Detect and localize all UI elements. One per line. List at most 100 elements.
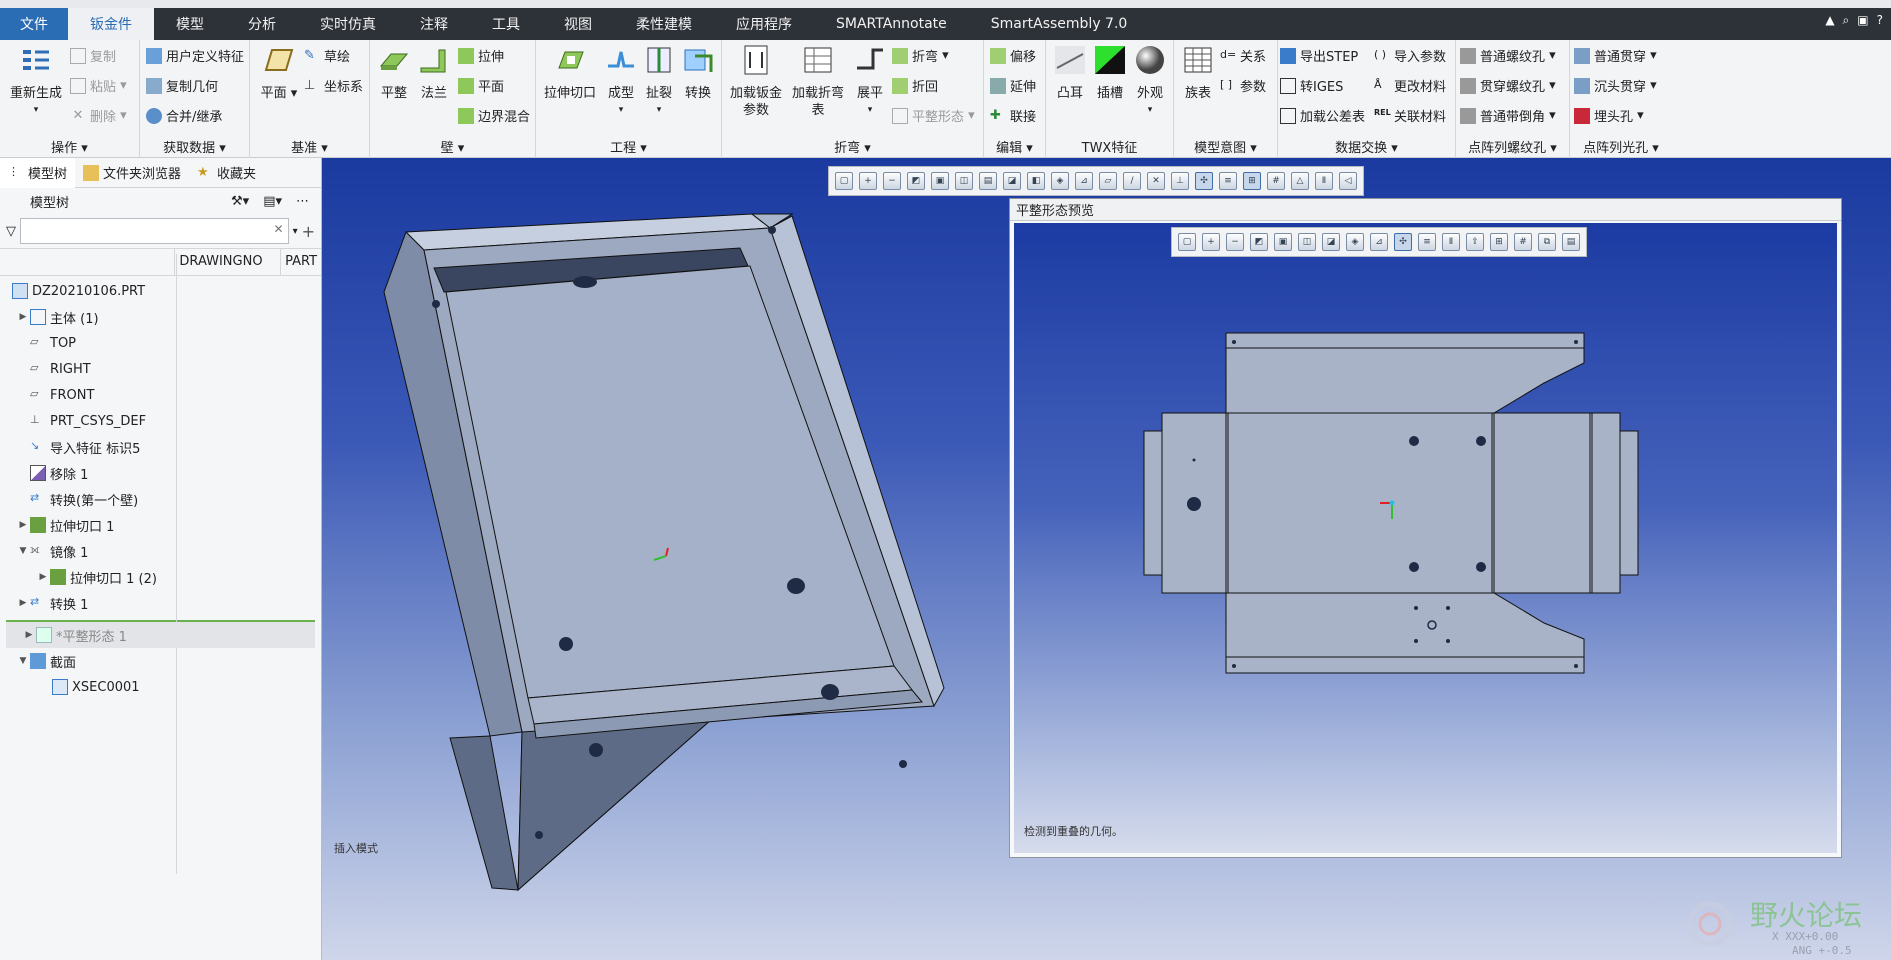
column-part[interactable]: PART [281,249,321,275]
normal-thread-hole-button[interactable]: 普通螺纹孔 ▾ [1460,46,1556,65]
flat-pattern-button[interactable]: 平整形态 ▾ [892,106,975,125]
load-bend-table-button[interactable]: 加载折弯 表 [788,44,848,119]
tab-applications[interactable]: 应用程序 [714,8,814,40]
import-params-button[interactable]: ( ) 导入参数 [1374,46,1446,66]
tab-sheetmetal[interactable]: 钣金件 [68,8,154,40]
export-step-button[interactable]: 导出STEP [1280,46,1358,65]
tree-settings-icon[interactable]: ⚒▾ [231,194,249,209]
tree-item-mirror[interactable]: ▼ ⟗ 镜像 1 [0,538,321,564]
related-material-button[interactable]: REL 关联材料 [1374,106,1446,126]
tab-folder-browser[interactable]: 文件夹浏览器 [75,158,189,188]
tab-tools[interactable]: 工具 [470,8,542,40]
group-label-operations[interactable]: 操作 ▾ [0,137,139,156]
tree-item-right[interactable]: ▱ RIGHT [0,356,321,382]
tab-favorites[interactable]: ★ 收藏夹 [189,158,264,188]
tree-item-root[interactable]: DZ20210106.PRT [0,278,321,304]
unbend-button[interactable]: 展平 ▾ [850,44,890,119]
to-iges-button[interactable]: 转IGES [1280,76,1343,95]
chamfer-thread-hole-button[interactable]: 普通带倒角 ▾ [1460,106,1556,125]
group-label-pattern-plain[interactable]: 点阵列光孔 ▾ [1570,137,1672,156]
group-label-get-data[interactable]: 获取数据 ▾ [140,137,249,156]
slot-button[interactable]: 插槽 [1090,44,1130,102]
column-drawingno[interactable]: DRAWINGNO [175,249,282,275]
boss-button[interactable]: 凸耳 [1050,44,1090,102]
group-label-data-exchange[interactable]: 数据交换 ▾ [1278,137,1455,156]
help-icon[interactable]: ? [1877,13,1883,27]
collapse-icon[interactable]: ▼ [16,656,30,666]
flange-wall-button[interactable]: 法兰 [414,44,454,102]
expand-icon[interactable]: ▶ [22,630,36,640]
tree-show-icon[interactable]: ▤▾ [263,194,282,209]
tree-item-xsec[interactable]: XSEC0001 [0,674,321,700]
tree-item-extrude-cut-2[interactable]: ▶ 拉伸切口 1 (2) [0,564,321,590]
tree-item-remove[interactable]: 移除 1 [0,460,321,486]
collapse-icon[interactable]: ▼ [16,546,30,556]
bend-button[interactable]: 折弯 ▾ [892,46,949,65]
flat-pattern-preview-window[interactable]: 平整形态预览 ▢ + − ◩ ▣ ◫ ◪ ◈ ⊿ ✣ ≡ Ⅱ ⇪ ⊞ # ⧉ ▤ [1009,198,1842,858]
flat-wall-button[interactable]: 平整 [374,44,414,102]
filter-icon[interactable]: ▽ [6,224,16,239]
udf-button[interactable]: 用户定义特征 [146,46,244,65]
tree-search-input[interactable]: ✕ [20,218,289,244]
appearance-button[interactable]: 外观 ▾ [1130,44,1170,119]
tab-smartannotate[interactable]: SMARTAnnotate [814,8,969,40]
expand-icon[interactable]: ▶ [16,598,30,608]
boundary-blend-button[interactable]: 边界混合 [458,106,530,125]
add-column-icon[interactable]: + [302,222,315,241]
tab-analysis[interactable]: 分析 [226,8,298,40]
sketch-button[interactable]: ✎ 草绘 [304,46,350,66]
form-button[interactable]: 成型 ▾ [602,44,640,119]
delete-button[interactable]: ✕ 删除 ▾ [70,106,127,126]
tree-item-flat-pattern[interactable]: ▶ *平整形态 1 [6,622,315,648]
regenerate-button[interactable]: 重新生成 ▾ [8,44,64,119]
tab-live-simulation[interactable]: 实时仿真 [298,8,398,40]
collapse-ribbon-icon[interactable]: ▲ [1825,13,1834,27]
extend-button[interactable]: 延伸 [990,76,1036,95]
change-material-button[interactable]: Å 更改材料 [1374,76,1446,96]
group-label-wall[interactable]: 壁 ▾ [370,137,535,156]
join-button[interactable]: ✚ 联接 [990,106,1036,126]
tree-item-csys[interactable]: ⊥ PRT_CSYS_DEF [0,408,321,434]
preview-graphics-area[interactable]: ▢ + − ◩ ▣ ◫ ◪ ◈ ⊿ ✣ ≡ Ⅱ ⇪ ⊞ # ⧉ ▤ 检测到重叠的… [1014,223,1837,853]
datum-plane-button[interactable]: 平面 ▾ [256,44,302,102]
tab-smartassembly[interactable]: SmartAssembly 7.0 [969,8,1150,40]
group-label-pattern-threaded[interactable]: 点阵列螺纹孔 ▾ [1456,137,1569,156]
layout-icon[interactable]: ▣ [1857,13,1868,27]
clear-icon[interactable]: ✕ [274,222,284,236]
tree-item-import-feature[interactable]: ↘ 导入特征 标识5 [0,434,321,460]
load-sheetmetal-params-button[interactable]: 加载钣金 参数 [728,44,784,119]
group-label-model-intent[interactable]: 模型意图 ▾ [1174,137,1277,156]
tree-item-extrude-cut[interactable]: ▶ 拉伸切口 1 [0,512,321,538]
through-thread-hole-button[interactable]: 贯穿螺纹孔 ▾ [1460,76,1556,95]
tab-view[interactable]: 视图 [542,8,614,40]
extrude-wall-button[interactable]: 拉伸 [458,46,504,65]
tree-item-convert-first-wall[interactable]: ⇄ 转换(第一个壁) [0,486,321,512]
expand-icon[interactable]: ▶ [36,572,50,582]
convert-button[interactable]: 转换 [678,44,718,102]
group-label-edit[interactable]: 编辑 ▾ [984,137,1045,156]
tab-model[interactable]: 模型 [154,8,226,40]
extrude-cut-button[interactable]: 拉伸切口 [540,44,600,102]
offset-button[interactable]: 偏移 [990,46,1036,65]
merge-inherit-button[interactable]: 合并/继承 [146,106,222,125]
tab-model-tree[interactable]: ⋮ 模型树 [0,157,76,188]
relations-button[interactable]: d= 关系 [1220,46,1266,66]
normal-through-button[interactable]: 普通贯穿 ▾ [1574,46,1657,65]
parameters-button[interactable]: [ ] 参数 [1220,76,1266,96]
paste-button[interactable]: 粘贴 ▾ [70,76,127,95]
planar-wall-button[interactable]: 平面 [458,76,504,95]
group-label-bend[interactable]: 折弯 ▾ [722,137,983,156]
tree-item-sections[interactable]: ▼ 截面 [0,648,321,674]
tree-item-front[interactable]: ▱ FRONT [0,382,321,408]
dropdown-icon[interactable]: ▾ [293,226,298,237]
tree-item-convert-1[interactable]: ▶ ⇄ 转换 1 [0,590,321,616]
family-table-button[interactable]: 族表 [1178,44,1218,102]
tree-item-body[interactable]: ▶ 主体 (1) [0,304,321,330]
expand-icon[interactable]: ▶ [16,312,30,322]
rip-button[interactable]: 扯裂 ▾ [640,44,678,119]
expand-icon[interactable]: ▶ [16,520,30,530]
search-icon[interactable]: ⌕ [1843,13,1850,28]
tab-file[interactable]: 文件 [0,8,68,40]
tab-flexible-modeling[interactable]: 柔性建模 [614,8,714,40]
tree-item-top[interactable]: ▱ TOP [0,330,321,356]
